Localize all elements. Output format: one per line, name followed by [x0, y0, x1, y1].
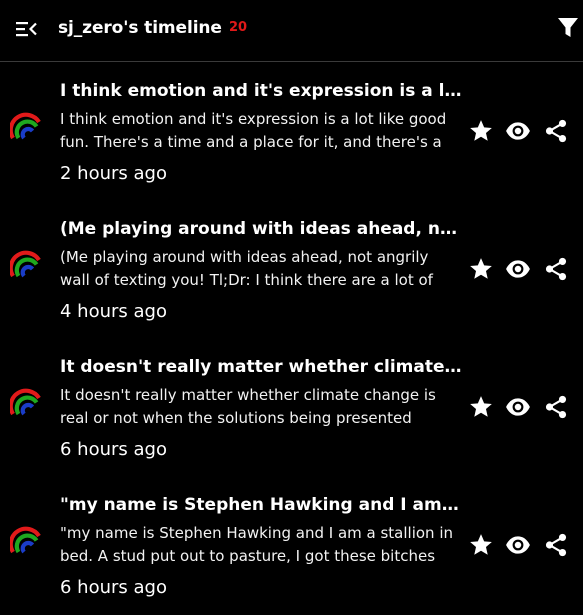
menu-collapse-icon[interactable]: [14, 17, 38, 41]
post-excerpt: I think emotion and it's expression is a…: [60, 110, 447, 151]
eye-icon[interactable]: [505, 256, 531, 282]
share-icon[interactable]: [543, 118, 569, 144]
avatar[interactable]: [10, 247, 42, 279]
post-timestamp: 2 hours ago: [60, 163, 167, 184]
star-icon[interactable]: [468, 118, 494, 144]
avatar[interactable]: [10, 385, 42, 417]
post-excerpt: It doesn't really matter whether climate…: [60, 386, 436, 427]
page-title: sj_zero's timeline: [58, 18, 222, 38]
timeline-item[interactable]: It doesn't really matter whether climate…: [0, 339, 583, 477]
unread-count-badge: 20: [229, 20, 248, 35]
post-timestamp: 4 hours ago: [60, 301, 167, 322]
post-title[interactable]: I think emotion and it's expression is a…: [60, 80, 462, 102]
post-timestamp: 6 hours ago: [60, 577, 167, 598]
eye-icon[interactable]: [505, 394, 531, 420]
eye-icon[interactable]: [505, 532, 531, 558]
post-title[interactable]: It doesn't really matter whether climate…: [60, 356, 462, 378]
post-title[interactable]: (Me playing around with ideas ahead, not…: [60, 218, 462, 240]
post-excerpt: (Me playing around with ideas ahead, not…: [60, 248, 433, 289]
app-header: sj_zero's timeline 20: [0, 0, 583, 62]
share-icon[interactable]: [543, 532, 569, 558]
star-icon[interactable]: [468, 394, 494, 420]
share-icon[interactable]: [543, 394, 569, 420]
avatar[interactable]: [10, 109, 42, 141]
star-icon[interactable]: [468, 532, 494, 558]
post-title[interactable]: "my name is Stephen Hawking and I am a s…: [60, 494, 462, 516]
star-icon[interactable]: [468, 256, 494, 282]
post-excerpt: "my name is Stephen Hawking and I am a s…: [60, 524, 453, 565]
timeline-item[interactable]: I think emotion and it's expression is a…: [0, 63, 583, 201]
share-icon[interactable]: [543, 256, 569, 282]
avatar[interactable]: [10, 523, 42, 555]
post-timestamp: 6 hours ago: [60, 439, 167, 460]
timeline-item[interactable]: (Me playing around with ideas ahead, not…: [0, 201, 583, 339]
timeline-item[interactable]: "my name is Stephen Hawking and I am a s…: [0, 477, 583, 615]
eye-icon[interactable]: [505, 118, 531, 144]
filter-icon[interactable]: [557, 16, 579, 40]
